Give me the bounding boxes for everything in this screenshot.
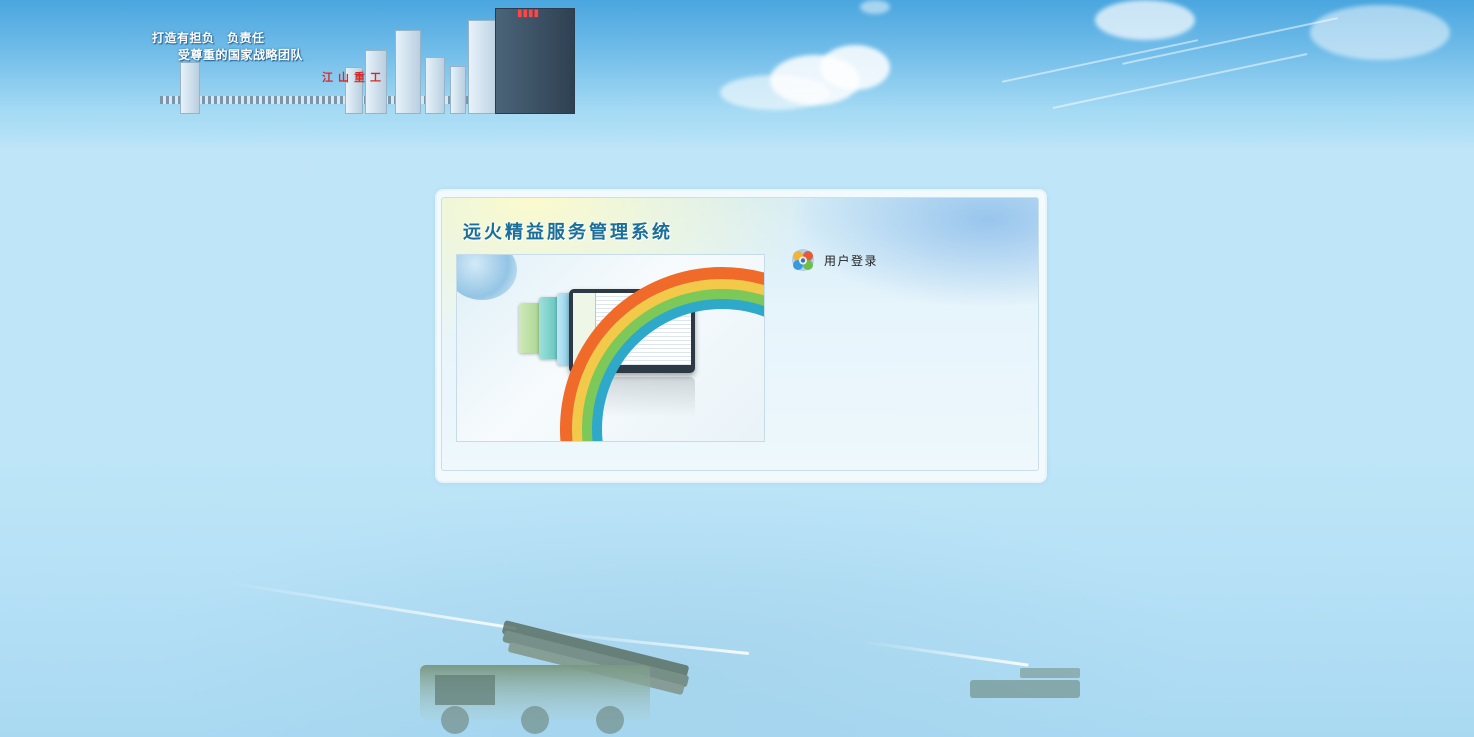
- rocket-launcher-vehicle-illustration: [415, 620, 715, 737]
- login-panel: 远火精益服务管理系统 用户登录: [437, 191, 1045, 481]
- system-preview-illustration: [456, 254, 765, 442]
- globe-decoration: [457, 255, 517, 300]
- login-section-header: 用户登录: [788, 246, 878, 274]
- cloud-decoration: [820, 45, 890, 90]
- distant-vehicle-illustration: [960, 665, 1090, 705]
- login-panel-inner: 远火精益服务管理系统 用户登录: [441, 197, 1039, 471]
- city-skyline-illustration: ▮▮▮▮: [160, 8, 580, 114]
- company-slogan: 打造有担负 负责任 受尊重的国家战略团队: [152, 30, 303, 64]
- cloud-decoration: [860, 0, 890, 14]
- brand-mark: 江山重工: [322, 71, 386, 84]
- cloud-decoration: [1310, 5, 1450, 60]
- login-section-label: 用户登录: [824, 253, 879, 268]
- rooftop-sign: ▮▮▮▮: [517, 8, 540, 19]
- header-banner: ▮▮▮▮ 打造有担负 负责任 受尊重的国家战略团队 江山重工: [0, 0, 1474, 150]
- cloud-decoration: [1095, 0, 1195, 40]
- user-login-icon: [788, 246, 818, 274]
- cloud-decoration: [720, 75, 830, 110]
- slogan-line-1: 打造有担负 负责任: [152, 31, 265, 45]
- faint-watermark: ☐: [303, 162, 316, 178]
- system-title: 远火精益服务管理系统: [463, 222, 673, 243]
- slogan-line-2: 受尊重的国家战略团队: [178, 48, 304, 62]
